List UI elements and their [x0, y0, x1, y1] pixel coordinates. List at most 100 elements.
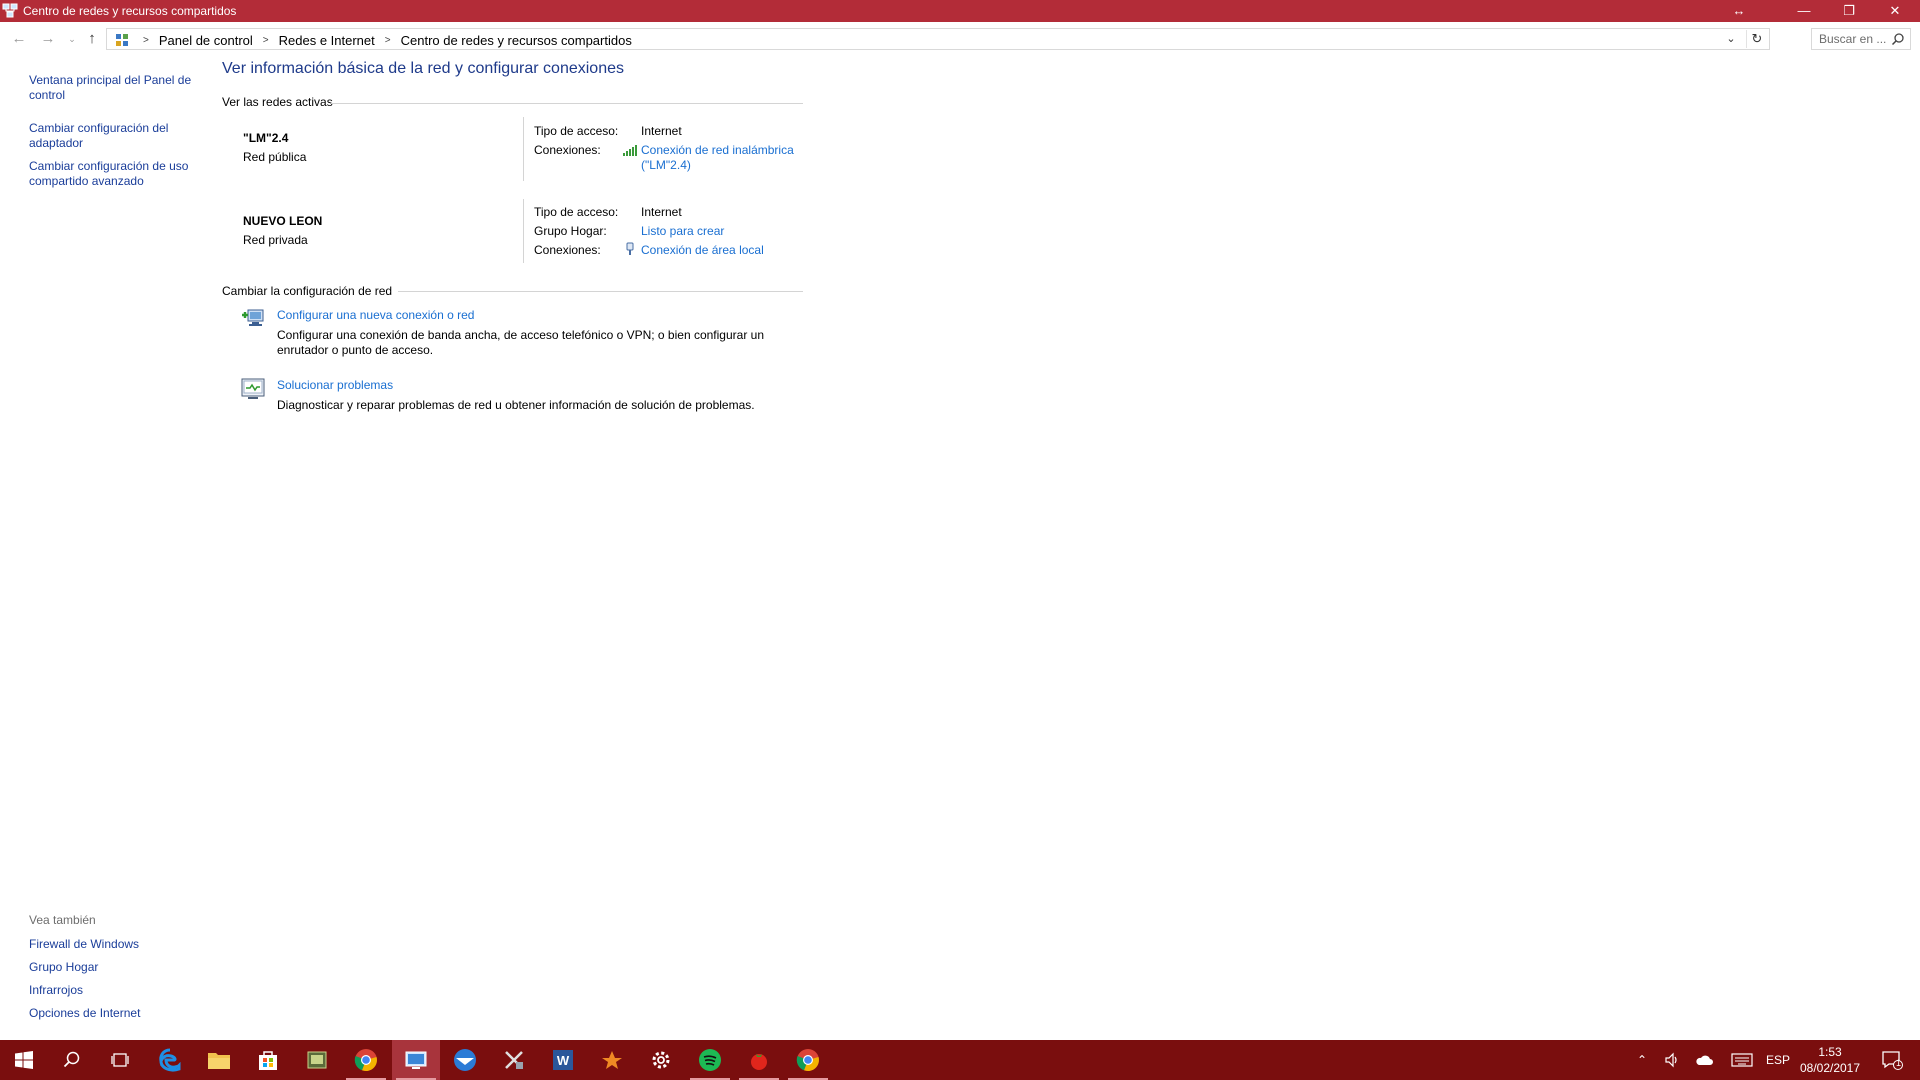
see-also-title: Vea también [29, 913, 96, 927]
back-button[interactable]: ← [9, 27, 29, 51]
resize-icon[interactable]: ↔ [1716, 0, 1762, 22]
network-name: NUEVO LEON [243, 214, 323, 228]
close-button[interactable]: ✕ [1872, 0, 1918, 22]
taskbar-control-panel[interactable] [392, 1040, 440, 1080]
task-view-icon [111, 1053, 129, 1067]
left-link-advanced-sharing[interactable]: Cambiar configuración de uso compartido … [29, 159, 199, 189]
start-icon [15, 1051, 33, 1069]
divider [398, 291, 803, 292]
taskbar-edge[interactable] [146, 1040, 194, 1080]
taskbar-thunderbird[interactable] [441, 1040, 489, 1080]
network-center-icon [2, 3, 18, 18]
volume-icon [1665, 1052, 1677, 1068]
taskbar-search-button[interactable] [48, 1040, 96, 1080]
troubleshoot-icon [241, 378, 265, 399]
change-settings-title: Cambiar la configuración de red [222, 284, 393, 298]
minimize-button[interactable]: — [1781, 0, 1827, 22]
see-also-firewall[interactable]: Firewall de Windows [29, 937, 199, 952]
address-dropdown-icon[interactable]: ⌄ [1723, 31, 1739, 47]
network-type: Red privada [243, 233, 308, 247]
thunderbird-icon [454, 1049, 476, 1071]
active-networks-title: Ver las redes activas [222, 95, 333, 109]
store-icon [259, 1051, 277, 1070]
divider [523, 117, 524, 181]
network-type: Red pública [243, 150, 307, 164]
search-placeholder: Buscar en ... [1819, 32, 1887, 46]
see-also-homegroup[interactable]: Grupo Hogar [29, 960, 199, 975]
address-bar[interactable]: > Panel de control > Redes e Internet > … [106, 28, 1770, 50]
taskbar-store[interactable] [244, 1040, 292, 1080]
restore-button[interactable]: ❐ [1826, 0, 1872, 22]
task-view-button[interactable] [96, 1040, 144, 1080]
access-type-label: Tipo de acceso: [534, 205, 619, 219]
clock[interactable]: 1:53 08/02/2017 [1790, 1044, 1870, 1076]
notification-count-badge: 1 [1896, 1058, 1902, 1068]
taskbar-file-explorer[interactable] [195, 1040, 243, 1080]
onedrive-cloud-icon [1696, 1055, 1713, 1065]
volume-button[interactable] [1660, 1040, 1684, 1080]
new-connection-icon [242, 309, 264, 326]
wifi-signal-icon [623, 145, 637, 156]
start-button[interactable] [0, 1040, 48, 1080]
see-also-infrared[interactable]: Infrarrojos [29, 983, 199, 998]
breadcrumb-control-panel[interactable]: Panel de control [159, 33, 253, 48]
breadcrumb-separator-icon[interactable]: > [263, 35, 269, 46]
show-hidden-icons-button[interactable]: ⌃ [1630, 1040, 1654, 1080]
recent-locations-icon[interactable]: ⌄ [62, 27, 82, 51]
divider [331, 103, 803, 104]
search-icon [1891, 33, 1904, 46]
forward-button[interactable]: → [38, 27, 58, 51]
wireless-connection-link[interactable]: Conexión de red inalámbrica ("LM"2.4) [641, 143, 811, 173]
see-also-internet-options[interactable]: Opciones de Internet [29, 1006, 199, 1021]
control-panel-icon [116, 34, 128, 46]
chrome-icon [796, 1049, 819, 1072]
taskbar-chrome[interactable] [342, 1040, 390, 1080]
taskbar-avast[interactable] [588, 1040, 636, 1080]
refresh-button[interactable]: ↻ [1746, 30, 1767, 48]
action-center-button[interactable]: 1 [1872, 1040, 1912, 1080]
taskbar-word[interactable]: W [539, 1040, 587, 1080]
access-type-label: Tipo de acceso: [534, 124, 619, 138]
new-connection-link[interactable]: Configurar una nueva conexión o red [277, 308, 474, 322]
network-name: "LM"2.4 [243, 131, 289, 145]
address-row: ← → ⌄ ↑ > Panel de control > Redes e Int… [0, 27, 1920, 51]
breadcrumb-separator-icon[interactable]: > [385, 35, 391, 46]
taskbar: W ⌃ ESP 1:53 08/02/2017 1 [0, 1040, 1920, 1080]
taskbar-spotify[interactable] [686, 1040, 734, 1080]
access-type-value: Internet [641, 205, 682, 219]
onedrive-button[interactable] [1692, 1040, 1716, 1080]
search-icon [63, 1051, 80, 1068]
homegroup-label: Grupo Hogar: [534, 224, 607, 238]
search-input[interactable]: Buscar en ... [1811, 28, 1911, 50]
window-title: Centro de redes y recursos compartidos [23, 4, 237, 18]
word-icon: W [553, 1050, 573, 1070]
divider [523, 199, 524, 263]
avast-icon [602, 1051, 622, 1069]
ethernet-icon [626, 242, 634, 255]
left-link-adapter-settings[interactable]: Cambiar configuración del adaptador [29, 121, 199, 151]
taskbar-chrome-2[interactable] [784, 1040, 832, 1080]
homegroup-link[interactable]: Listo para crear [641, 224, 724, 239]
troubleshoot-description: Diagnosticar y reparar problemas de red … [277, 398, 755, 412]
left-link-control-panel-home[interactable]: Ventana principal del Panel de control [29, 73, 199, 103]
chrome-icon [354, 1049, 377, 1072]
connections-label: Conexiones: [534, 143, 601, 157]
control-panel-icon [405, 1051, 427, 1069]
app-tomato-icon [751, 1054, 767, 1070]
touch-keyboard-button[interactable] [1727, 1040, 1757, 1080]
breadcrumb-network-center[interactable]: Centro de redes y recursos compartidos [401, 33, 632, 48]
up-button[interactable]: ↑ [82, 27, 102, 51]
taskbar-tomato[interactable] [735, 1040, 783, 1080]
taskbar-settings[interactable] [637, 1040, 685, 1080]
svg-text:W: W [557, 1053, 570, 1068]
local-area-connection-link[interactable]: Conexión de área local [641, 243, 764, 258]
connections-label: Conexiones: [534, 243, 601, 257]
taskbar-app[interactable] [293, 1040, 341, 1080]
taskbar-tools[interactable] [490, 1040, 538, 1080]
breadcrumb-separator-icon[interactable]: > [143, 35, 149, 46]
settings-icon [652, 1051, 670, 1069]
breadcrumb-network-internet[interactable]: Redes e Internet [279, 33, 375, 48]
troubleshoot-link[interactable]: Solucionar problemas [277, 378, 393, 392]
access-type-value: Internet [641, 124, 682, 138]
clock-date: 08/02/2017 [1799, 1061, 1861, 1075]
